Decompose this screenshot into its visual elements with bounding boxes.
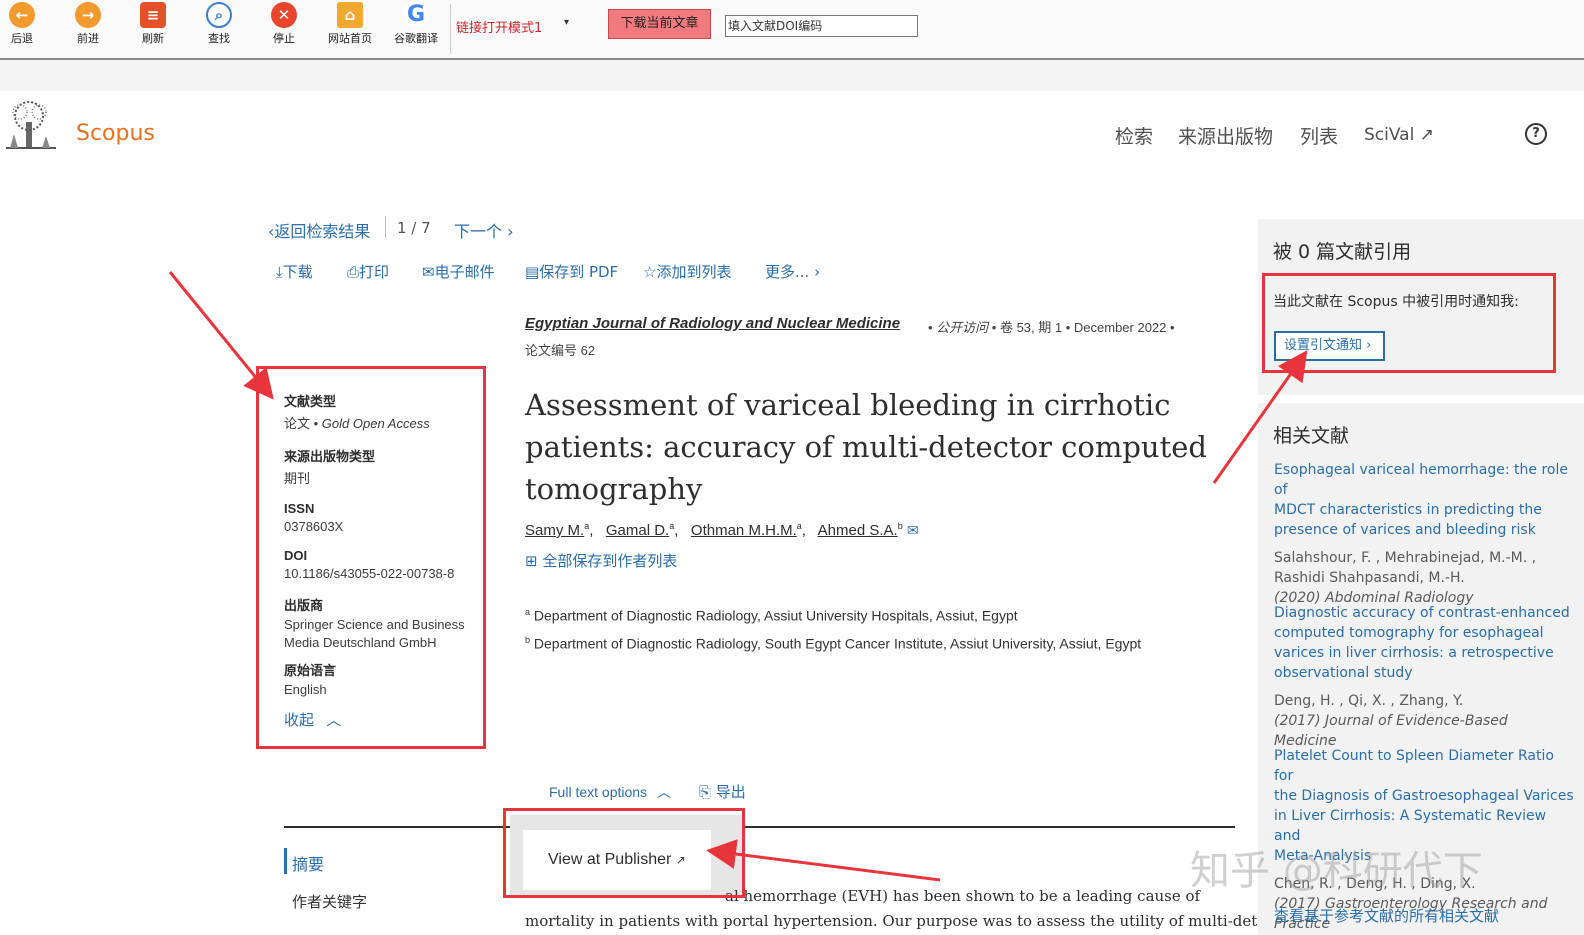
annotation-arrows xyxy=(168,271,1308,882)
annotation-arrow-metadata xyxy=(168,271,274,400)
annotation-arrow-citation xyxy=(1212,350,1308,484)
watermark: 知乎 @科研代下 xyxy=(1190,848,1483,894)
annotation-arrow-publisher xyxy=(706,839,941,882)
